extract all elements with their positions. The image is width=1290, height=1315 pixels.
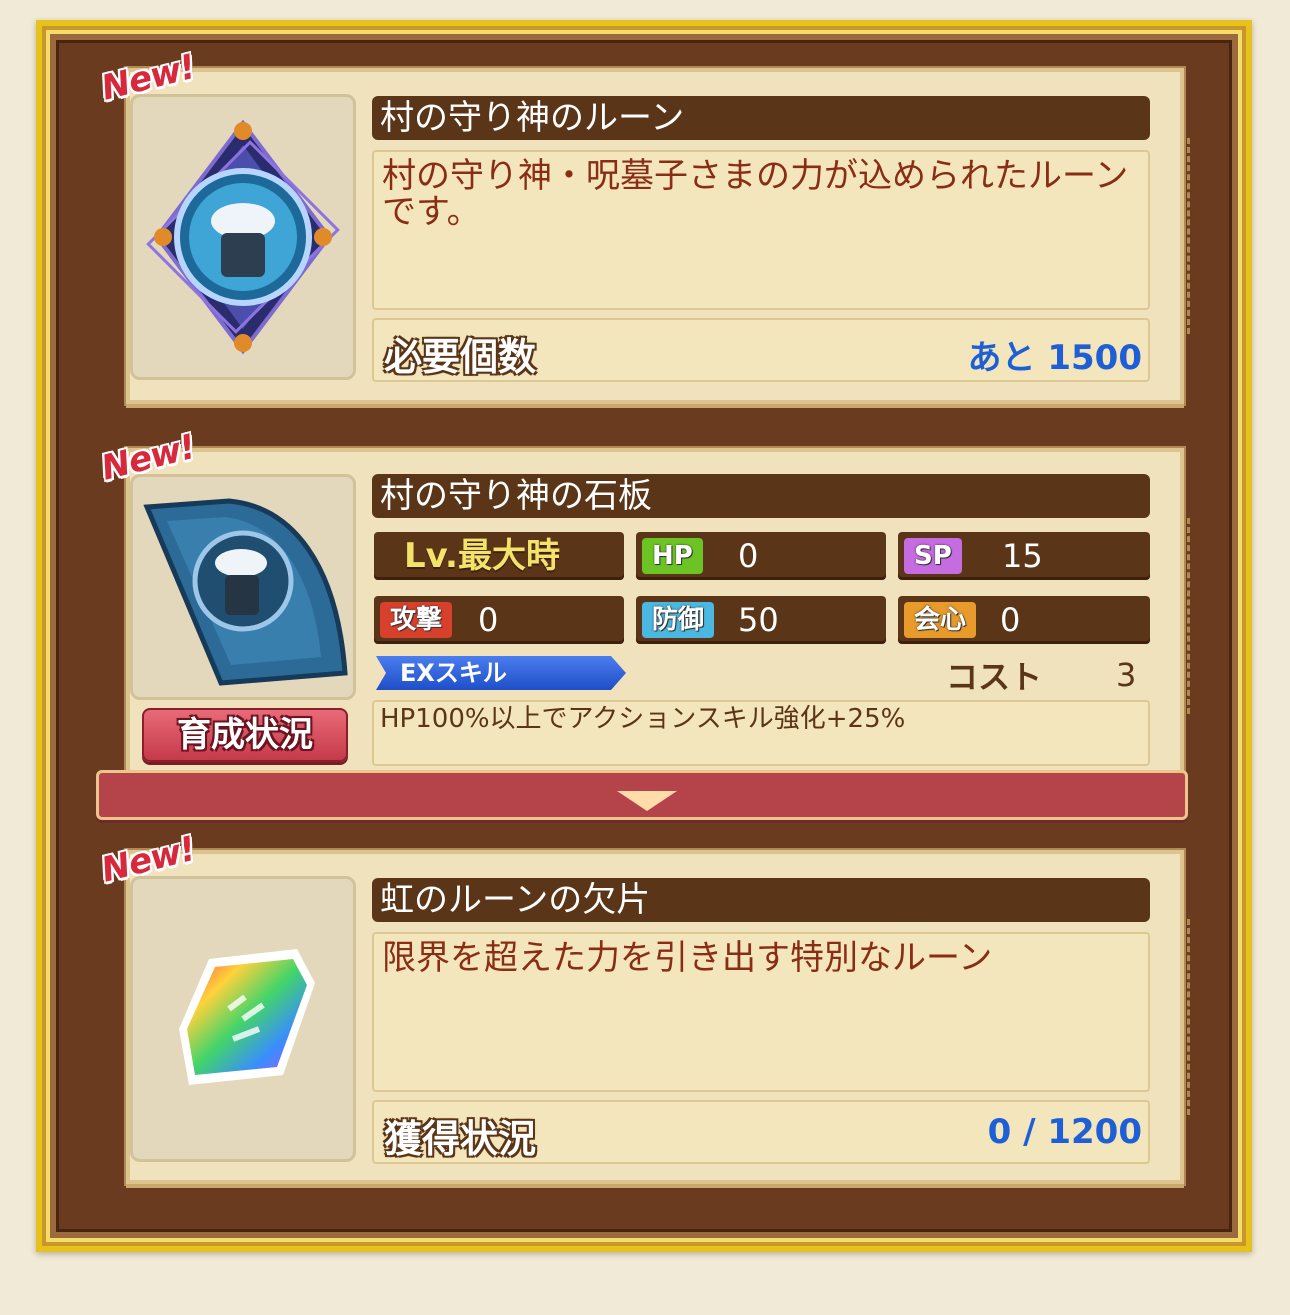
level-max-cell: Lv.最大時	[374, 532, 624, 580]
item-title: 村の守り神の石板	[372, 474, 1150, 518]
hp-stat: HP 0	[636, 532, 886, 580]
chevron-down-icon	[617, 791, 677, 811]
crit-tag: 会心	[904, 602, 977, 638]
expand-details-button[interactable]	[96, 770, 1188, 820]
acquisition-status-value: 0 / 1200	[987, 1112, 1142, 1152]
atk-tag: 攻撃	[380, 602, 453, 638]
sp-value: 15	[1002, 537, 1043, 575]
atk-value: 0	[478, 601, 499, 639]
def-tag: 防御	[642, 602, 715, 638]
cost-label: コスト	[946, 658, 1043, 696]
growth-status-button[interactable]: 育成状況	[142, 708, 348, 762]
skill-description: HP100%以上でアクションスキル強化+25%	[372, 700, 1150, 766]
sp-tag: SP	[904, 538, 962, 574]
item-description: 限界を超えた力を引き出す特別なルーン	[372, 932, 1150, 1092]
cost-value: 3	[1116, 656, 1137, 694]
sp-stat: SP 15	[898, 532, 1150, 580]
item-title: 虹のルーンの欠片	[372, 878, 1150, 922]
required-count-label: 必要個数	[384, 335, 537, 379]
hp-value: 0	[738, 537, 759, 575]
crit-value: 0	[1000, 601, 1021, 639]
atk-stat: 攻撃 0	[374, 596, 624, 644]
item-description: 村の守り神・呪墓子さまの力が込められたルーンです。	[372, 150, 1150, 310]
item-icon-box	[130, 876, 356, 1162]
required-count-value: あと 1500	[967, 338, 1142, 378]
def-value: 50	[738, 601, 779, 639]
rune-icon	[146, 119, 340, 355]
required-count-row: 必要個数 あと 1500	[372, 318, 1150, 382]
crit-stat: 会心 0	[898, 596, 1150, 644]
hp-tag: HP	[642, 538, 703, 574]
def-stat: 防御 50	[636, 596, 886, 644]
ex-skill-banner: EXスキル	[376, 656, 626, 690]
acquisition-status-row: 獲得状況 0 / 1200	[372, 1100, 1150, 1164]
item-icon-box	[130, 474, 356, 700]
acquisition-status-label: 獲得状況	[384, 1117, 537, 1161]
level-max-label: Lv.最大時	[404, 536, 560, 576]
item-title: 村の守り神のルーン	[372, 96, 1150, 140]
stone-tablet-icon	[143, 498, 348, 686]
rainbow-rune-fragment-icon	[179, 949, 315, 1085]
item-icon-box	[130, 94, 356, 380]
